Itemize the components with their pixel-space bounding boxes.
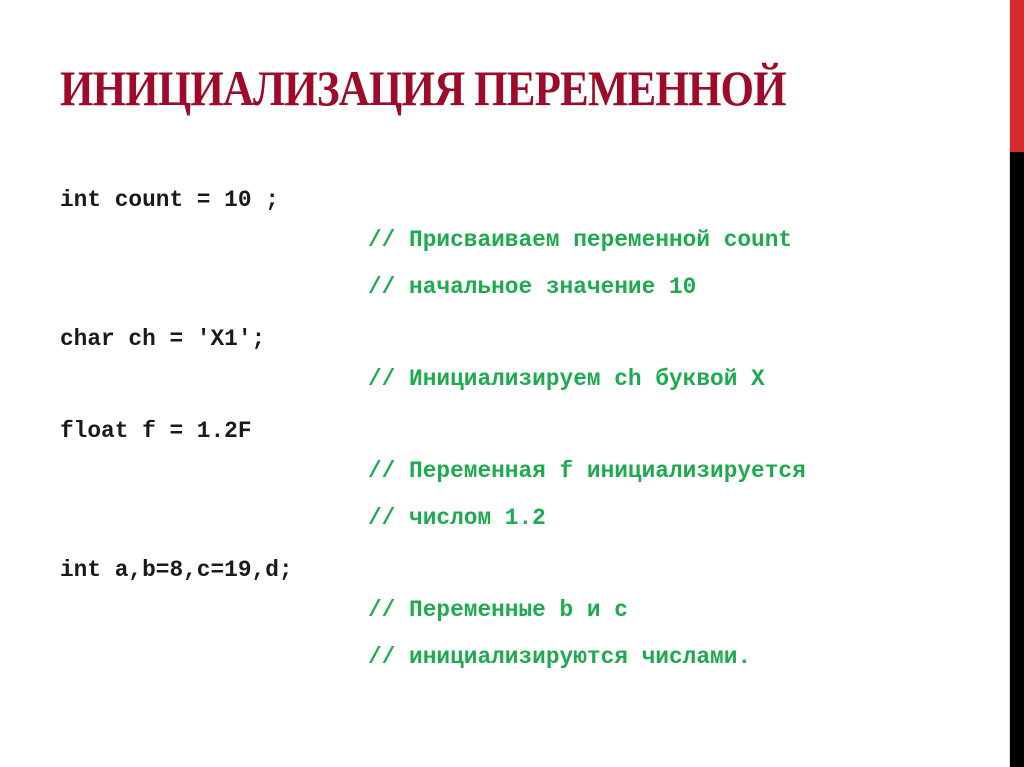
accent-bar [1009,0,1024,767]
accent-bar-red [1010,0,1024,152]
code-line: // инициализируются числами. [60,557,751,670]
code-line: int count = 10 ; // Присваиваем переменн… [60,140,792,253]
code-comment: // Присваиваем переменной count [368,227,793,253]
code-statement: char ch = 'X1'; [60,326,266,352]
code-comment: // Инициализируем ch буквой X [368,366,765,392]
code-line: float f = 1.2F // Переменная f инициализ… [60,371,806,484]
code-comment: // инициализируются числами. [368,644,752,670]
code-line: int a,b=8,c=19,d; // Переменные b и c [60,510,628,623]
accent-bar-black [1010,152,1024,767]
slide-title: ИНИЦИАЛИЗАЦИЯ ПЕРЕМЕННОЙ [60,60,787,116]
code-comment: // Переменная f инициализируется [368,458,806,484]
code-line: // числом 1.2 [60,418,546,531]
code-line: char ch = 'X1'; // Инициализируем ch бук… [60,279,765,392]
code-line: // начальное значение 10 [60,187,696,300]
code-comment: // начальное значение 10 [368,274,697,300]
code-comment: // числом 1.2 [368,505,546,531]
code-comment: // Переменные b и c [368,597,628,623]
